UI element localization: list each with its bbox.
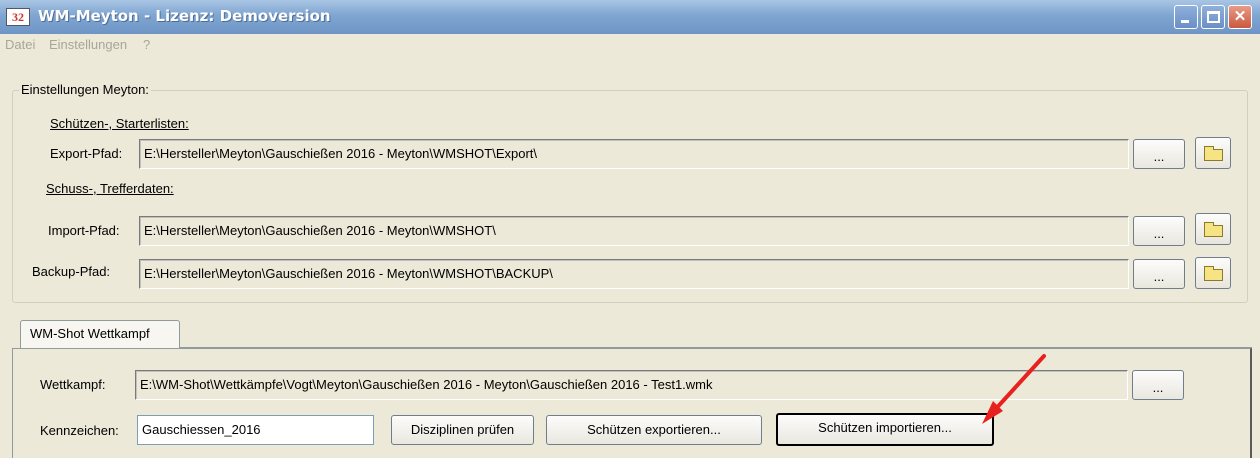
export-browse-button[interactable]: ... <box>1133 139 1185 169</box>
backup-path-field[interactable]: E:\Hersteller\Meyton\Gauschießen 2016 - … <box>139 259 1129 289</box>
shots-section-label: Schuss-, Trefferdaten: <box>46 181 174 196</box>
close-button[interactable]: ✕ <box>1228 5 1252 29</box>
import-browse-button[interactable]: ... <box>1133 216 1185 246</box>
folder-icon <box>1204 266 1223 281</box>
app-icon[interactable]: 32 <box>6 8 30 26</box>
shooters-section-label: Schützen-, Starterlisten: <box>50 116 189 131</box>
kennzeichen-input[interactable]: Gauschiessen_2016 <box>137 415 374 445</box>
disziplinen-pruefen-button[interactable]: Disziplinen prüfen <box>391 415 534 445</box>
tab-wm-shot-wettkampf[interactable]: WM-Shot Wettkampf <box>20 320 180 348</box>
close-icon: ✕ <box>1233 8 1247 25</box>
wettkampf-label: Wettkampf: <box>40 377 106 392</box>
kennzeichen-label: Kennzeichen: <box>40 423 119 438</box>
schuetzen-importieren-button[interactable]: Schützen importieren... <box>776 413 994 446</box>
wettkampf-browse-button[interactable]: ... <box>1132 370 1184 400</box>
menu-datei[interactable]: Datei <box>5 37 35 52</box>
menu-help[interactable]: ? <box>143 37 150 52</box>
wettkampf-field[interactable]: E:\WM-Shot\Wettkämpfe\Vogt\Meyton\Gausch… <box>135 370 1128 400</box>
app-window: 32 WM-Meyton - Lizenz: Demoversion ✕ Dat… <box>0 0 1260 458</box>
schuetzen-exportieren-button[interactable]: Schützen exportieren... <box>546 415 762 445</box>
export-folder-button[interactable] <box>1195 137 1231 169</box>
folder-icon <box>1204 146 1223 161</box>
title-bar[interactable]: 32 WM-Meyton - Lizenz: Demoversion ✕ <box>0 0 1260 34</box>
menu-bar: Datei Einstellungen ? <box>0 34 1260 54</box>
import-folder-button[interactable] <box>1195 213 1231 245</box>
import-path-field[interactable]: E:\Hersteller\Meyton\Gauschießen 2016 - … <box>139 216 1129 246</box>
backup-path-label: Backup-Pfad: <box>32 264 111 279</box>
folder-icon <box>1204 222 1223 237</box>
maximize-button[interactable] <box>1201 5 1225 29</box>
maximize-icon <box>1207 11 1220 23</box>
backup-browse-button[interactable]: ... <box>1133 259 1185 289</box>
backup-folder-button[interactable] <box>1195 257 1231 289</box>
import-path-label: Import-Pfad: <box>48 223 120 238</box>
window-title: WM-Meyton - Lizenz: Demoversion <box>38 7 331 25</box>
export-path-label: Export-Pfad: <box>50 146 123 161</box>
minimize-button[interactable] <box>1174 5 1198 29</box>
minimize-icon <box>1181 20 1189 23</box>
settings-group-title: Einstellungen Meyton: <box>19 82 151 97</box>
export-path-field[interactable]: E:\Hersteller\Meyton\Gauschießen 2016 - … <box>139 139 1129 169</box>
menu-einstellungen[interactable]: Einstellungen <box>49 37 127 52</box>
